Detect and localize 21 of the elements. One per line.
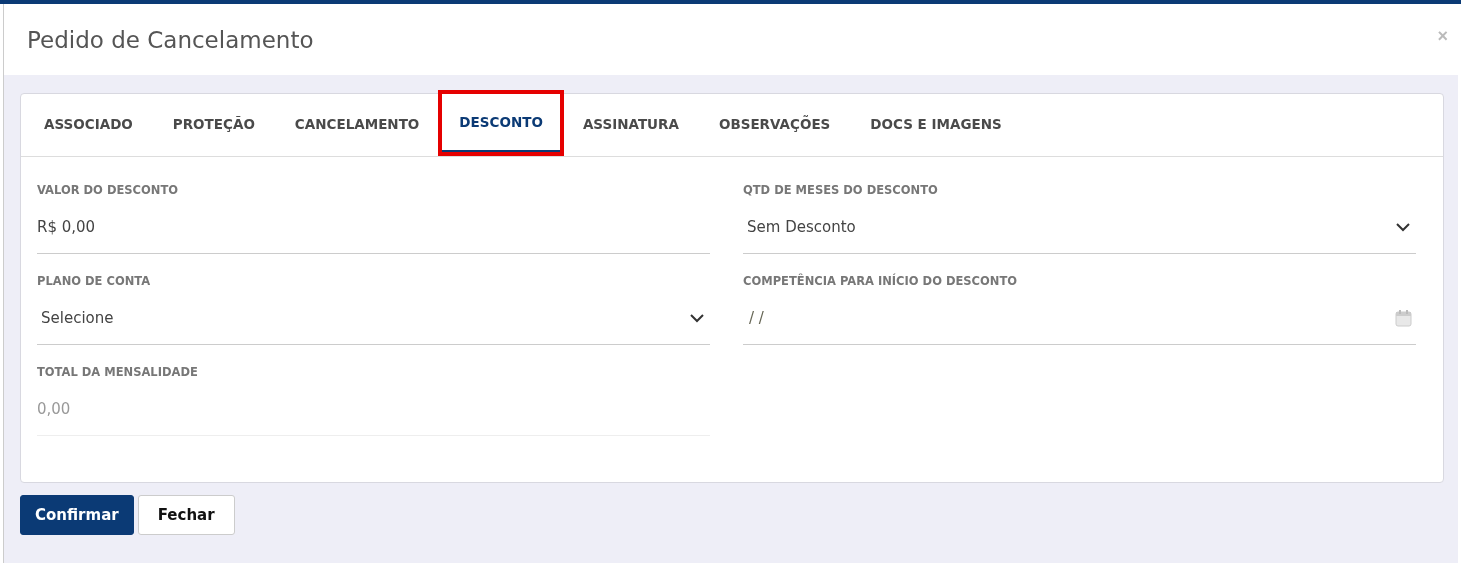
field-label: COMPETÊNCIA PARA INÍCIO DO DESCONTO xyxy=(743,274,1019,290)
close-button[interactable]: Fechar xyxy=(137,495,235,535)
field-label: PLANO DE CONTA xyxy=(37,274,152,290)
chevron-down-icon xyxy=(690,313,704,323)
tab[interactable]: ASSOCIADO xyxy=(27,94,150,156)
date-field[interactable]: / / xyxy=(743,309,1395,327)
tab[interactable]: DOCS E IMAGENS xyxy=(853,94,1019,156)
confirm-button[interactable]: Confirmar xyxy=(20,495,134,535)
tab[interactable]: OBSERVAÇÕES xyxy=(701,94,848,156)
chevron-down-icon xyxy=(1396,222,1410,232)
tab[interactable]: PROTEÇÃO xyxy=(155,94,272,156)
field-label: VALOR DO DESCONTO xyxy=(37,183,180,199)
tab[interactable]: ASSINATURA xyxy=(565,94,696,156)
input-field[interactable]: R$ 0,00 xyxy=(37,218,710,236)
calendar-icon[interactable] xyxy=(1395,309,1412,327)
window-title: Pedido de Cancelamento xyxy=(27,26,314,53)
select-field[interactable]: Sem Desconto xyxy=(743,218,1396,236)
select-field[interactable]: Selecione xyxy=(37,309,690,327)
field-label: TOTAL DA MENSALIDADE xyxy=(37,365,199,381)
tab[interactable]: CANCELAMENTO xyxy=(277,94,437,156)
field-label: QTD DE MESES DO DESCONTO xyxy=(743,183,939,199)
